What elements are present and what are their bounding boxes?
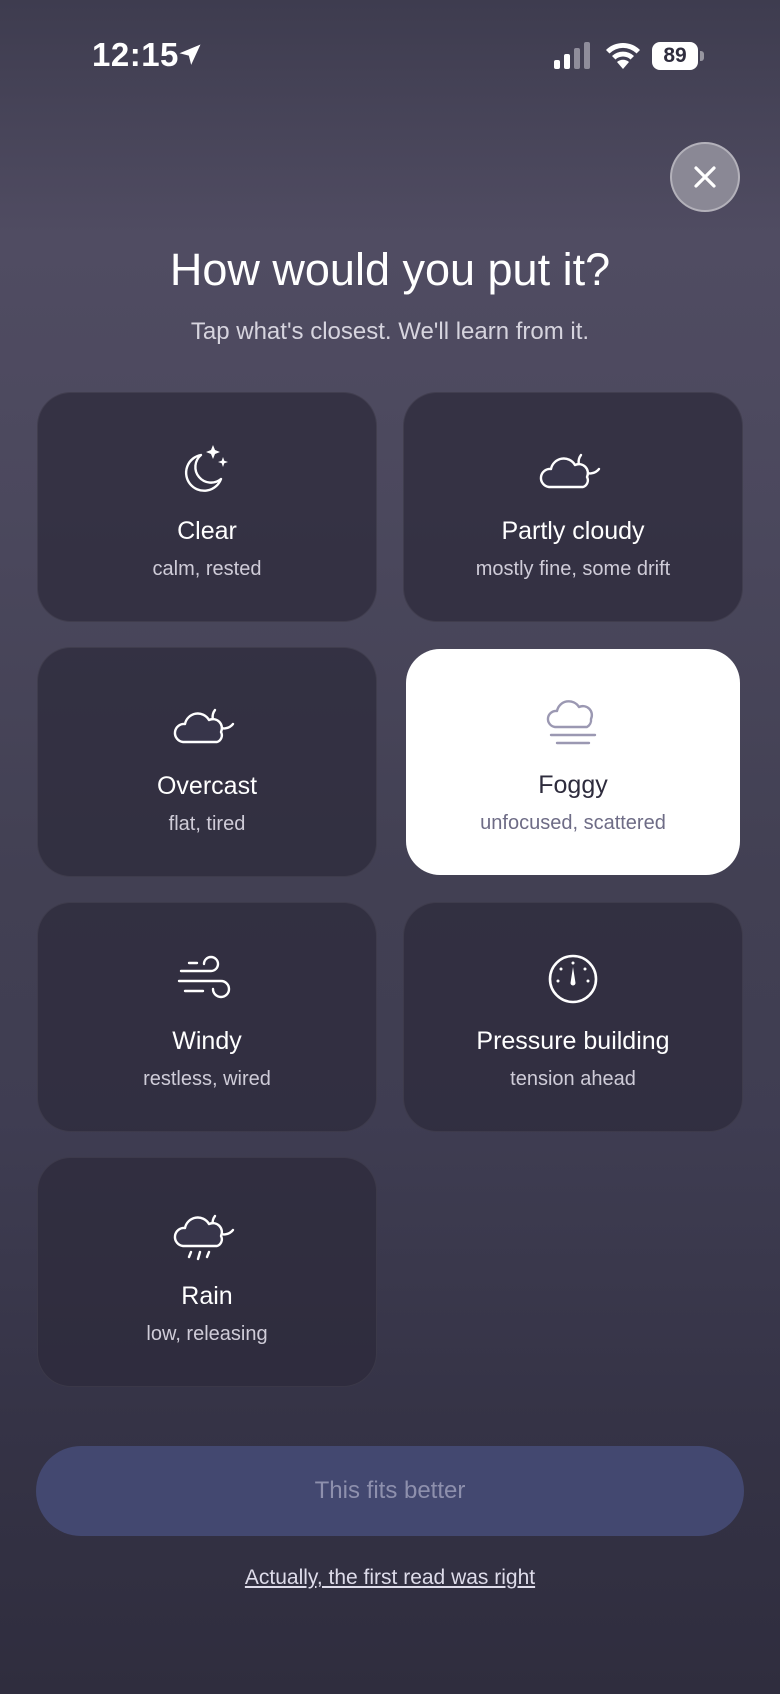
wind-icon: [171, 949, 243, 1009]
battery-cap: [700, 51, 704, 61]
gauge-icon: [537, 949, 609, 1009]
option-description: calm, rested: [152, 558, 262, 580]
option-description: mostly fine, some drift: [475, 558, 671, 580]
option-pressure-building[interactable]: Pressure building tension ahead: [403, 902, 743, 1132]
option-label: Pressure building: [476, 1027, 670, 1055]
location-arrow-icon: [179, 44, 201, 65]
status-time: 12:15: [92, 36, 179, 73]
option-rain[interactable]: Rain low, releasing: [37, 1157, 377, 1387]
option-overcast[interactable]: Overcast flat, tired: [37, 647, 377, 877]
page-subtitle: Tap what's closest. We'll learn from it.: [190, 318, 590, 345]
close-icon: [694, 166, 716, 188]
option-label: Foggy: [538, 771, 608, 799]
moon-stars-icon: [171, 439, 243, 499]
option-foggy[interactable]: Foggy unfocused, scattered: [406, 649, 740, 875]
battery-level: 89: [652, 42, 698, 70]
close-button[interactable]: [670, 142, 740, 212]
fog-icon: [537, 693, 609, 753]
option-description: tension ahead: [510, 1068, 636, 1090]
cloud-moon-icon: [537, 439, 609, 499]
status-bar: 12:15 89: [0, 0, 780, 120]
option-partly-cloudy[interactable]: Partly cloudy mostly fine, some drift: [403, 392, 743, 622]
option-label: Clear: [177, 517, 237, 545]
option-label: Rain: [181, 1282, 233, 1310]
cloud-moon-icon: [171, 694, 243, 754]
option-label: Windy: [172, 1027, 242, 1055]
option-description: restless, wired: [143, 1068, 271, 1090]
option-description: low, releasing: [146, 1323, 268, 1345]
option-description: unfocused, scattered: [480, 812, 666, 834]
first-read-was-right-link[interactable]: Actually, the first read was right: [0, 1566, 780, 1590]
option-windy[interactable]: Windy restless, wired: [37, 902, 377, 1132]
cellular-signal-icon: [554, 42, 590, 69]
wifi-icon: [606, 42, 640, 69]
this-fits-better-button[interactable]: This fits better: [36, 1446, 744, 1536]
option-label: Overcast: [156, 772, 258, 800]
option-description: flat, tired: [168, 813, 246, 835]
battery-icon: 89: [652, 42, 704, 70]
page-title: How would you put it?: [169, 244, 611, 295]
cloud-moon-rain-icon: [171, 1204, 243, 1264]
option-clear[interactable]: Clear calm, rested: [37, 392, 377, 622]
option-label: Partly cloudy: [501, 517, 645, 545]
